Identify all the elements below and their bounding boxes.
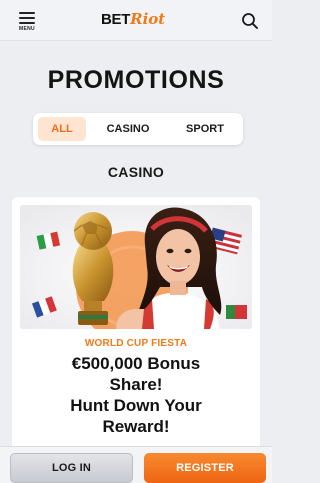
tab-casino[interactable]: CASINO <box>97 117 159 141</box>
menu-button[interactable]: MENU <box>16 12 38 34</box>
logo-text-bet: BET <box>101 11 131 28</box>
promo-kicker: WORLD CUP FIESTA <box>84 338 188 349</box>
logo[interactable]: BET Riot <box>101 10 165 30</box>
tab-all[interactable]: ALL <box>38 117 86 141</box>
tab-sport[interactable]: SPORT <box>173 117 237 141</box>
logo-text-riot: Riot <box>130 10 166 28</box>
login-button[interactable]: LOG IN <box>10 453 133 483</box>
promo-headline: €500,000 Bonus Share! Hunt Down Your Rew… <box>70 354 202 436</box>
search-button[interactable] <box>241 12 259 30</box>
flag-portugal-icon <box>226 305 247 319</box>
hamburger-icon <box>19 12 35 24</box>
auth-bottom-bar: LOG IN REGISTER <box>0 446 272 483</box>
section-title: CASINO <box>107 164 165 180</box>
register-button[interactable]: REGISTER <box>144 453 266 483</box>
search-icon <box>242 13 258 29</box>
promo-banner-image <box>20 205 252 329</box>
page-title: PROMOTIONS <box>47 66 225 94</box>
promo-filter-tabs: ALL CASINO SPORT <box>33 113 243 145</box>
top-header: MENU BET Riot <box>0 0 272 41</box>
menu-label: MENU <box>19 26 35 32</box>
promo-card[interactable]: WORLD CUP FIESTA €500,000 Bonus Share! H… <box>12 197 260 457</box>
